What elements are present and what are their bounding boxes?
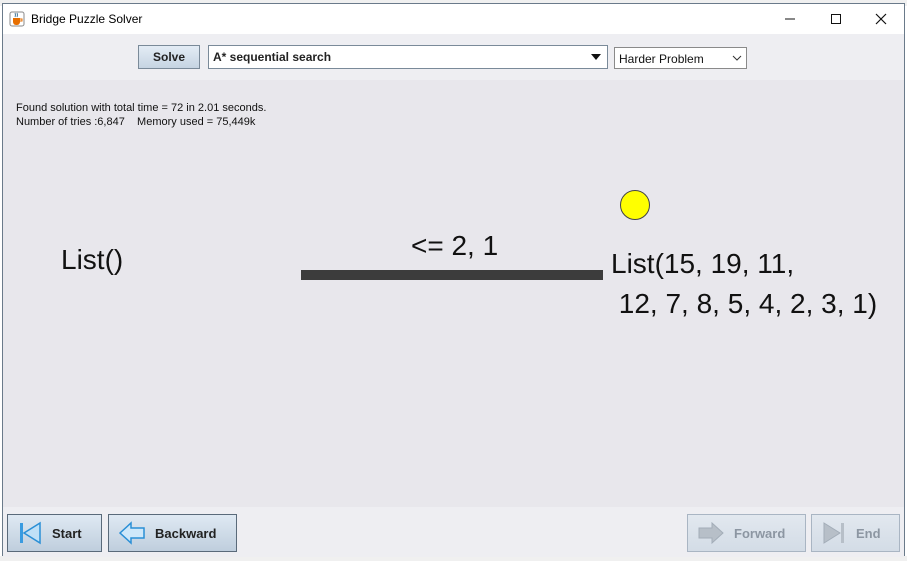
forward-label: Forward [734, 525, 786, 541]
left-bank-list: List() [61, 244, 124, 275]
minimize-button[interactable] [767, 4, 812, 34]
minimize-icon [784, 18, 795, 20]
puzzle-canvas: Found solution with total time = 72 in 2… [3, 80, 904, 507]
status-text: Found solution with total time = 72 in 2… [16, 101, 266, 129]
solve-button[interactable]: Solve [138, 45, 200, 69]
start-label: Start [52, 525, 82, 541]
end-label: End [856, 525, 881, 541]
toolbar: Solve A* sequential search Harder Proble… [3, 34, 904, 80]
app-window: Bridge Puzzle Solver Solve A* sequential… [2, 3, 905, 557]
forward-button[interactable]: Forward [687, 514, 806, 552]
bridge-crossing-label: <= 2, 1 [411, 230, 499, 261]
arrow-left-icon [119, 521, 145, 545]
problem-value: Harder Problem [619, 52, 704, 66]
maximize-icon [830, 14, 841, 24]
title-bar[interactable]: Bridge Puzzle Solver [3, 4, 904, 34]
backward-label: Backward [155, 525, 217, 541]
maximize-button[interactable] [813, 4, 858, 34]
dropdown-arrow-icon [591, 54, 601, 60]
status-line-1: Found solution with total time = 72 in 2… [16, 102, 267, 114]
backward-button[interactable]: Backward [108, 514, 237, 552]
skip-to-end-icon [823, 522, 844, 544]
skip-to-start-icon [20, 521, 41, 545]
right-bank-list: List(15, 19, 11, 12, 7, 8, 5, 4, 2, 3, 1… [611, 248, 878, 319]
problem-select[interactable]: Harder Problem [614, 47, 747, 69]
bridge [301, 270, 603, 280]
arrow-right-icon [698, 521, 724, 545]
algorithm-value: A* sequential search [213, 50, 332, 64]
status-line-2: Number of tries :6,847 Memory used = 75,… [16, 116, 256, 128]
end-button[interactable]: End [811, 514, 900, 552]
window-title: Bridge Puzzle Solver [31, 12, 143, 26]
lamp-icon [620, 190, 650, 220]
start-button[interactable]: Start [7, 514, 102, 552]
close-icon [875, 13, 886, 25]
chevron-down-icon [732, 55, 742, 61]
navigation-bar: Start Backward Forward End [3, 507, 904, 557]
algorithm-select[interactable]: A* sequential search [208, 45, 608, 69]
java-coffee-icon [9, 11, 25, 27]
close-button[interactable] [858, 4, 903, 34]
